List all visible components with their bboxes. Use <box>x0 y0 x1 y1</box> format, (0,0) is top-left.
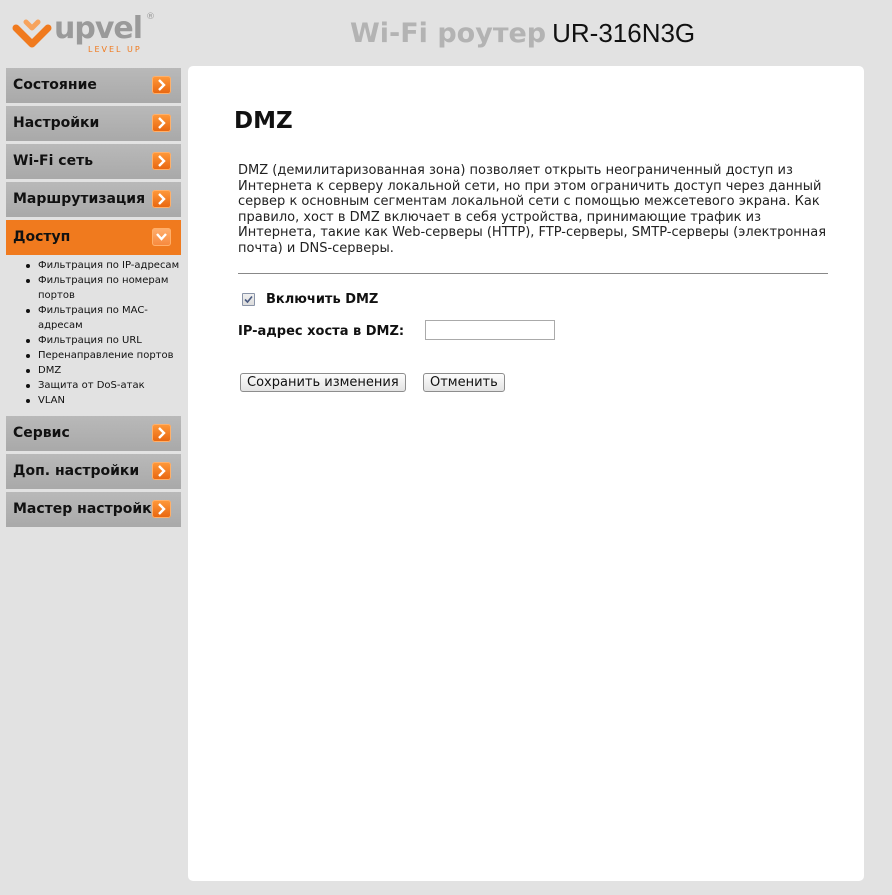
sidebar-item-label: Настройки <box>13 115 100 131</box>
chevron-right-icon <box>152 76 171 94</box>
sidebar-item-service[interactable]: Сервис <box>6 416 181 451</box>
submenu-item-mac-filter[interactable]: Фильтрация по MAC-адресам <box>26 303 181 333</box>
submenu-item-ip-filter[interactable]: Фильтрация по IP-адресам <box>26 258 181 273</box>
sidebar-nav: Состояние Настройки Wi-Fi сеть Маршрутиз… <box>6 68 181 530</box>
dmz-host-ip-input[interactable] <box>425 320 555 340</box>
brand-name: upvel <box>54 11 143 46</box>
sidebar-item-setup-wizard[interactable]: Мастер настройки <box>6 492 181 527</box>
save-changes-button[interactable]: Сохранить изменения <box>240 373 406 392</box>
sidebar-item-routing[interactable]: Маршрутизация <box>6 182 181 217</box>
chevron-right-icon <box>152 500 171 518</box>
sidebar-item-label: Состояние <box>13 77 97 93</box>
upvel-logo: upvel ® LEVEL UP <box>12 12 162 56</box>
sidebar-item-status[interactable]: Состояние <box>6 68 181 103</box>
sidebar-item-access[interactable]: Доступ <box>6 220 181 255</box>
chevron-down-icon <box>152 228 171 246</box>
sidebar-item-wifi[interactable]: Wi-Fi сеть <box>6 144 181 179</box>
page-title: DMZ <box>234 108 293 134</box>
sidebar-item-label: Wi-Fi сеть <box>13 153 94 169</box>
submenu-item-dos-protection[interactable]: Защита от DoS-атак <box>26 378 181 393</box>
access-submenu: Фильтрация по IP-адресам Фильтрация по н… <box>6 258 181 408</box>
submenu-item-dmz[interactable]: DMZ <box>26 363 181 378</box>
submenu-item-port-forwarding[interactable]: Перенаправление портов <box>26 348 181 363</box>
sidebar-item-label: Доступ <box>13 229 71 245</box>
sidebar-item-label: Маршрутизация <box>13 191 146 207</box>
page-header-title: Wi-Fi роутер UR-316N3G <box>350 16 695 51</box>
chevron-right-icon <box>152 114 171 132</box>
brand-registered: ® <box>146 12 155 22</box>
header-title-prefix: Wi-Fi роутер <box>350 18 547 49</box>
submenu-item-url-filter[interactable]: Фильтрация по URL <box>26 333 181 348</box>
dmz-host-ip-label: IP-адрес хоста в DMZ: <box>238 324 405 339</box>
enable-dmz-label: Включить DMZ <box>266 292 379 307</box>
sidebar-item-advanced-settings[interactable]: Доп. настройки <box>6 454 181 489</box>
sidebar-item-label: Доп. настройки <box>13 463 140 479</box>
sidebar-item-label: Сервис <box>13 425 70 441</box>
chevron-right-icon <box>152 424 171 442</box>
sidebar-item-label: Мастер настройки <box>13 501 162 517</box>
header-model: UR-316N3G <box>552 18 696 48</box>
submenu-item-vlan[interactable]: VLAN <box>26 393 181 408</box>
cancel-button[interactable]: Отменить <box>423 373 505 392</box>
submenu-item-port-filter[interactable]: Фильтрация по номерам портов <box>26 273 181 303</box>
enable-dmz-checkbox[interactable] <box>242 293 255 306</box>
brand-tagline: LEVEL UP <box>88 45 142 54</box>
divider <box>238 273 828 274</box>
page-description: DMZ (демилитаризованная зона) позволяет … <box>238 163 827 256</box>
chevron-right-icon <box>152 462 171 480</box>
chevron-right-icon <box>152 152 171 170</box>
checkmark-icon <box>244 295 253 304</box>
chevron-right-icon <box>152 190 171 208</box>
sidebar-item-settings[interactable]: Настройки <box>6 106 181 141</box>
main-content-panel: DMZ DMZ (демилитаризованная зона) позвол… <box>188 66 864 881</box>
upvel-logo-icon <box>12 19 52 48</box>
